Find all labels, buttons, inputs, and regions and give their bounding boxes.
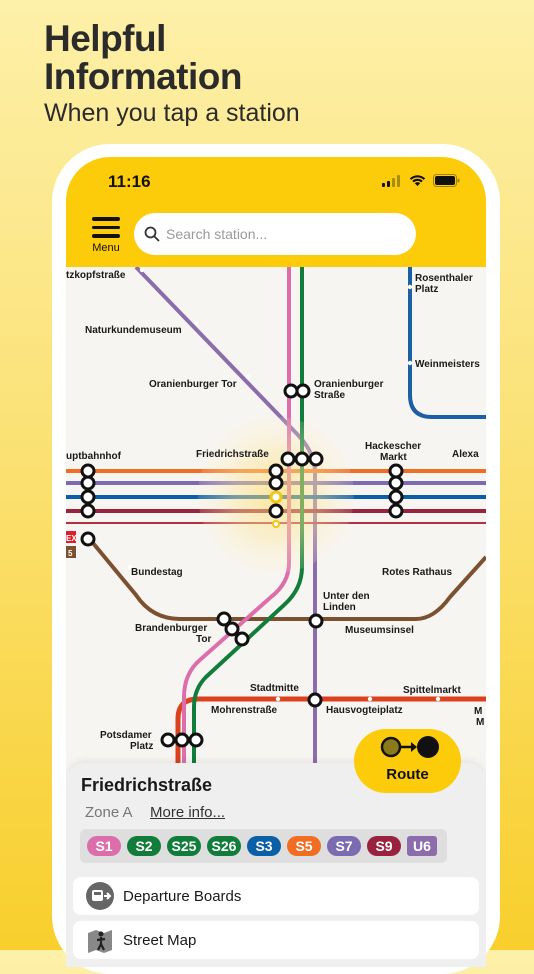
station-sheet: Friedrichstraße Zone A More info... S1 S2… <box>66 763 486 967</box>
status-time: 11:16 <box>108 172 151 191</box>
map-label-alex: Alexa <box>452 449 479 460</box>
selected-station-marker <box>269 490 283 504</box>
headline-title-line1: Helpful <box>44 18 166 59</box>
line-badge-s2[interactable]: S2 <box>127 836 161 856</box>
map-label-edge1: M <box>474 706 482 717</box>
map-label-rosen1: Rosenthaler <box>415 273 473 284</box>
map-label-ex: EX <box>66 534 77 543</box>
more-info-link[interactable]: More info... <box>150 804 225 821</box>
hamburger-icon <box>86 217 126 238</box>
menu-label: Menu <box>92 241 120 254</box>
map-label-pots1: Potsdamer <box>100 730 152 741</box>
map-label-rosen2: Platz <box>415 284 438 295</box>
route-icon <box>380 736 439 758</box>
zone-label: Zone A <box>85 804 133 821</box>
departure-boards-label: Departure Boards <box>123 887 242 905</box>
map-label-edge2: M <box>476 717 484 728</box>
map-label-friedrich: Friedrichstraße <box>196 449 269 460</box>
map-label-five: 5 <box>68 549 73 558</box>
station-name: Friedrichstraße <box>81 775 213 795</box>
route-button[interactable]: Route <box>354 729 461 793</box>
map-label-weinm: Weinmeisters <box>415 359 480 370</box>
line-badge-s3[interactable]: S3 <box>247 836 281 856</box>
app-screen: 11:16 Menu Search station... EX 5 tzkopf… <box>66 157 486 967</box>
map-label-oranStr2: Straße <box>314 390 346 401</box>
headline-subtitle: When you tap a station <box>44 99 300 127</box>
street-map-icon <box>85 925 115 955</box>
departure-board-icon <box>85 881 115 911</box>
battery-icon <box>433 174 460 187</box>
map-label-oranTor: Oranienburger Tor <box>149 379 237 390</box>
search-input[interactable]: Search station... <box>134 213 416 255</box>
app-bar: 11:16 Menu Search station... <box>66 157 486 267</box>
street-map-button[interactable]: Street Map <box>73 921 479 959</box>
headline-title-line2: Information <box>44 56 242 97</box>
map-label-pots2: Platz <box>130 741 153 752</box>
map-label-rotes: Rotes Rathaus <box>382 567 452 578</box>
cellular-signal-icon <box>382 174 400 187</box>
search-icon <box>144 226 160 242</box>
map-label-hack2: Markt <box>380 452 407 463</box>
map-label-unter2: Linden <box>323 602 356 613</box>
status-icons <box>382 174 460 187</box>
search-placeholder: Search station... <box>166 226 268 242</box>
transit-map[interactable]: EX 5 tzkopfstraße Naturkundemuseum Orani… <box>66 267 486 787</box>
map-label-natur: Naturkundemuseum <box>85 325 182 336</box>
line-badge-s1[interactable]: S1 <box>87 836 121 856</box>
street-map-label: Street Map <box>123 931 197 949</box>
map-label-museum: Museumsinsel <box>345 625 414 636</box>
map-label-stadt: Stadtmitte <box>250 683 299 694</box>
line-badge-s26[interactable]: S26 <box>207 836 241 856</box>
map-label-mohren: Mohrenstraße <box>211 705 278 716</box>
line-badge-s9[interactable]: S9 <box>367 836 401 856</box>
map-label-spittel: Spittelmarkt <box>403 685 461 696</box>
line-badge-s7[interactable]: S7 <box>327 836 361 856</box>
map-label-hack1: Hackescher <box>365 441 421 452</box>
wifi-icon <box>409 174 426 186</box>
map-label-brand2: Tor <box>196 634 211 645</box>
departure-boards-button[interactable]: Departure Boards <box>73 877 479 915</box>
map-label-brand1: Brandenburger <box>135 623 207 634</box>
map-label-oranStr1: Oranienburger <box>314 379 384 390</box>
map-label-kopf: tzkopfstraße <box>66 270 126 281</box>
line-badges: S1 S2 S25 S26 S3 S5 S7 S9 U6 <box>80 829 447 863</box>
line-badge-s25[interactable]: S25 <box>167 836 201 856</box>
map-label-bundestag: Bundestag <box>131 567 183 578</box>
map-label-unter1: Unter den <box>323 591 370 602</box>
map-label-hbf: uptbahnhof <box>66 451 122 462</box>
menu-button[interactable]: Menu <box>86 217 126 254</box>
line-badge-u6[interactable]: U6 <box>407 836 437 856</box>
route-label: Route <box>386 766 429 783</box>
line-badge-s5[interactable]: S5 <box>287 836 321 856</box>
headline: Helpful Information When you tap a stati… <box>44 20 300 128</box>
map-label-hausvogt: Hausvogteiplatz <box>326 705 403 716</box>
